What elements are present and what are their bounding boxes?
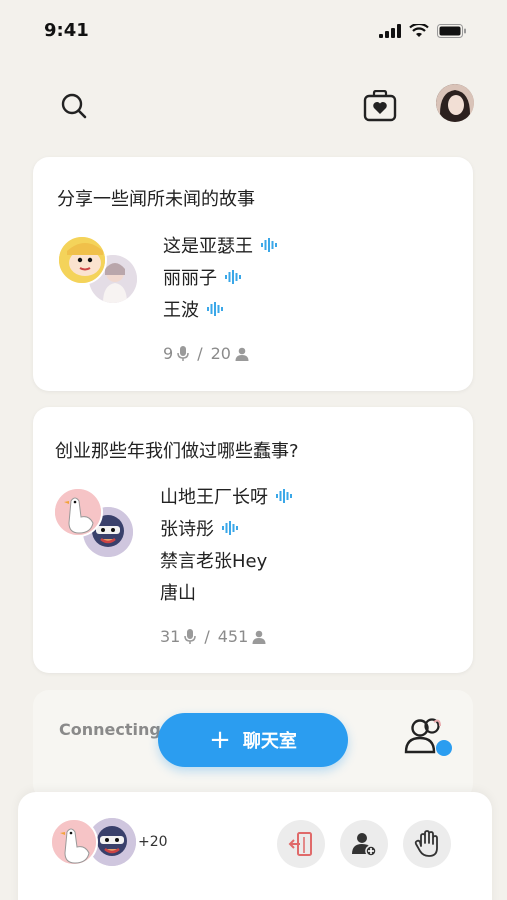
person-icon [235, 347, 249, 361]
raise-hand-icon [414, 830, 438, 857]
room-card[interactable]: 分享一些闻所未闻的故事 这是亚瑟王 丽丽子 王波 9 / 20 [33, 157, 473, 391]
avatar [57, 235, 107, 285]
leave-room-button[interactable] [277, 820, 325, 868]
room-title: Connecting [59, 720, 161, 739]
battery-icon [437, 24, 466, 38]
create-chatroom-button[interactable]: + 聊天室 [158, 713, 348, 767]
room-title: 分享一些闻所未闻的故事 [57, 189, 255, 210]
list-item: 禁言老张Hey [160, 544, 292, 576]
voice-wave-icon [207, 302, 223, 316]
current-room-avatars [50, 818, 140, 870]
people-icon [404, 718, 452, 756]
avatar[interactable] [436, 84, 474, 122]
add-user-icon [352, 833, 377, 857]
list-item: 张诗彤 [160, 512, 292, 544]
voice-wave-icon [261, 238, 277, 252]
mic-icon [184, 628, 197, 644]
voice-wave-icon [222, 521, 238, 535]
speaker-list: 这是亚瑟王 丽丽子 王波 [163, 229, 277, 325]
voice-wave-icon [225, 270, 241, 284]
speaker-count: 9 [163, 344, 174, 363]
room-stats: 9 / 20 [163, 344, 249, 363]
mic-icon [177, 345, 189, 361]
speaker-name: 山地王厂长呀 [160, 487, 268, 508]
plus-icon: + [209, 725, 231, 755]
voice-wave-icon [276, 489, 292, 503]
status-bar: 9:41 [0, 0, 507, 62]
list-item: 丽丽子 [163, 261, 277, 293]
speaker-name: 丽丽子 [163, 268, 217, 289]
invite-user-button[interactable] [340, 820, 388, 868]
listener-count: 20 [210, 344, 231, 363]
list-item: 王波 [163, 293, 277, 325]
search-button[interactable] [56, 88, 92, 124]
list-item: 唐山 [160, 576, 292, 608]
speaker-count: 31 [160, 627, 181, 646]
speaker-name: 禁言老张Hey [160, 551, 268, 572]
raise-hand-button[interactable] [403, 820, 451, 868]
stats-separator: / [204, 627, 210, 646]
extra-participants-count: +20 [138, 834, 168, 850]
room-avatars [55, 235, 145, 315]
bottom-sheet: +20 [18, 792, 492, 900]
room-card[interactable]: 创业那些年我们做过哪些蠢事? 山地王厂长呀 张诗彤 禁言老张Hey 唐山 31 … [33, 407, 473, 673]
status-time: 9:41 [44, 20, 89, 41]
wifi-icon [409, 24, 429, 37]
status-icons [379, 24, 467, 38]
heart-bag-button[interactable] [360, 86, 400, 126]
heart-bag-icon [363, 90, 397, 122]
person-icon [252, 630, 266, 644]
list-item: 山地王厂长呀 [160, 480, 292, 512]
signal-icon [379, 24, 401, 38]
listener-count: 451 [217, 627, 249, 646]
speaker-name: 唐山 [160, 583, 196, 604]
avatar [50, 818, 98, 866]
speaker-name: 王波 [163, 300, 199, 321]
room-avatars [53, 487, 143, 567]
stats-separator: / [197, 344, 203, 363]
search-icon [61, 93, 87, 119]
room-title: 创业那些年我们做过哪些蠢事? [55, 441, 299, 462]
exit-door-icon [288, 832, 312, 856]
speaker-name: 这是亚瑟王 [163, 236, 253, 257]
room-stats: 31 / 451 [160, 627, 266, 646]
avatar [53, 487, 103, 537]
speaker-list: 山地王厂长呀 张诗彤 禁言老张Hey 唐山 [160, 480, 292, 608]
people-button[interactable] [402, 714, 456, 762]
list-item: 这是亚瑟王 [163, 229, 277, 261]
create-chatroom-label: 聊天室 [242, 731, 297, 752]
speaker-name: 张诗彤 [160, 519, 214, 540]
top-bar [0, 80, 507, 130]
